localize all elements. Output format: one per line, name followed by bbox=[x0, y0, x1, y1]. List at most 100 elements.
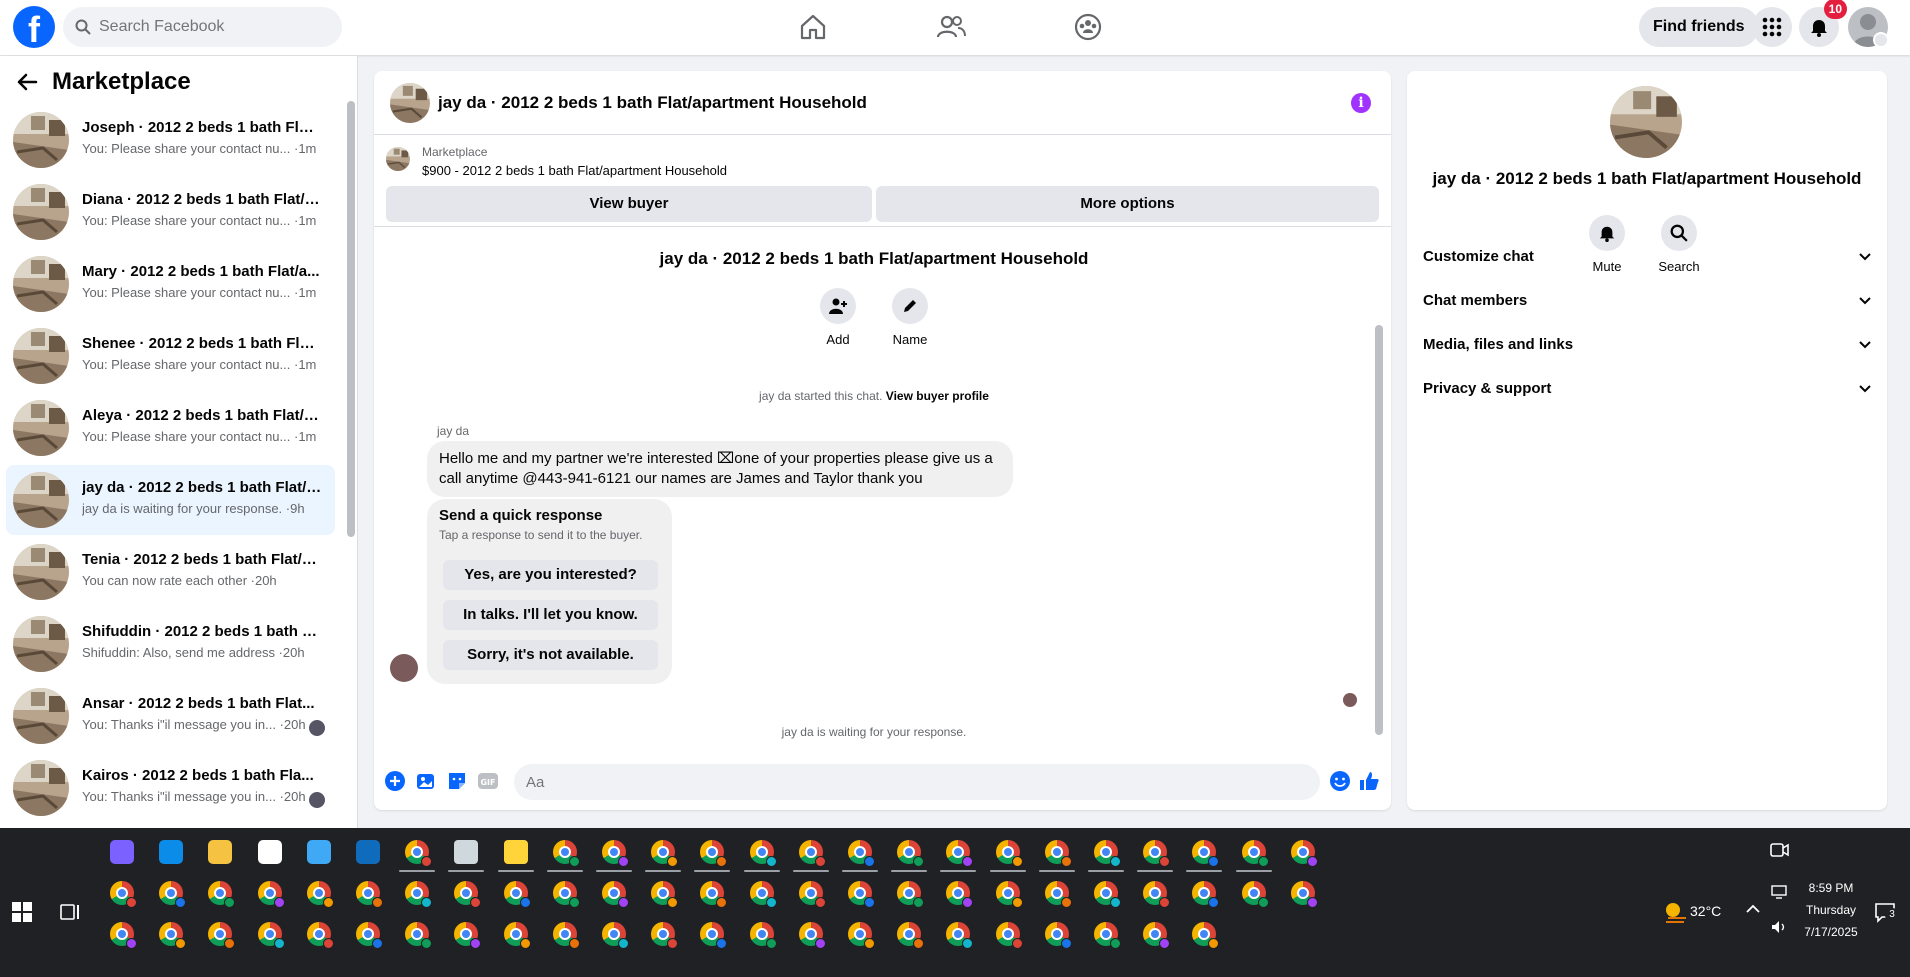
sticky-notes-icon[interactable] bbox=[503, 840, 528, 864]
chrome-profile-icon[interactable] bbox=[1192, 922, 1220, 949]
chrome-profile-icon[interactable] bbox=[356, 881, 383, 908]
chrome-profile-icon[interactable] bbox=[848, 881, 875, 908]
listing-large-thumbnail[interactable] bbox=[1610, 86, 1682, 158]
chrome-profile-icon[interactable] bbox=[1143, 881, 1171, 908]
find-friends-button[interactable]: Find friends bbox=[1639, 7, 1759, 47]
temperature-text[interactable]: 32°C bbox=[1690, 903, 1721, 919]
back-arrow-icon[interactable] bbox=[16, 71, 38, 93]
chrome-profile-icon[interactable] bbox=[897, 922, 925, 949]
chrome-profile-icon[interactable] bbox=[356, 922, 383, 949]
facebook-logo[interactable]: f bbox=[13, 6, 55, 48]
speaker-icon[interactable] bbox=[1770, 918, 1788, 936]
conversation-item[interactable]: Shenee · 2012 2 beds 1 bath Flat... You: … bbox=[6, 321, 335, 391]
conversation-item[interactable]: Mary · 2012 2 beds 1 bath Flat/a... You: … bbox=[6, 249, 335, 319]
name-chat-action[interactable]: Name bbox=[880, 288, 940, 347]
chrome-profile-icon[interactable] bbox=[1241, 840, 1269, 867]
chevron-up-icon[interactable] bbox=[1744, 900, 1762, 918]
chrome-profile-icon[interactable] bbox=[1044, 922, 1072, 949]
listing-price[interactable]: $900 - 2012 2 beds 1 bath Flat/apartment… bbox=[422, 163, 727, 178]
listing-thumbnail[interactable] bbox=[390, 83, 430, 123]
chrome-profile-icon[interactable] bbox=[1192, 840, 1220, 867]
chrome-profile-icon[interactable] bbox=[1143, 922, 1171, 949]
chrome-profile-icon[interactable] bbox=[159, 922, 187, 949]
clock-time[interactable]: 8:59 PM bbox=[1795, 881, 1867, 895]
chrome-profile-icon[interactable] bbox=[700, 840, 728, 867]
chrome-profile-icon[interactable] bbox=[1044, 840, 1072, 867]
home-icon[interactable] bbox=[798, 12, 828, 42]
info-section-0[interactable]: Customize chat bbox=[1423, 238, 1873, 274]
chrome-profile-icon[interactable] bbox=[208, 922, 236, 949]
clock-day[interactable]: Thursday bbox=[1795, 903, 1867, 917]
chrome-profile-icon[interactable] bbox=[651, 881, 679, 908]
chrome-profile-icon[interactable] bbox=[946, 840, 974, 867]
chrome-profile-icon[interactable] bbox=[208, 881, 236, 908]
chrome-profile-icon[interactable] bbox=[454, 922, 482, 949]
chrome-profile-icon[interactable] bbox=[749, 840, 777, 867]
plus-circle-icon[interactable] bbox=[384, 770, 406, 792]
view-buyer-button[interactable]: View buyer bbox=[386, 186, 872, 222]
chrome-profile-icon[interactable] bbox=[405, 881, 433, 908]
chrome-profile-icon[interactable] bbox=[306, 922, 334, 949]
meet-now-icon[interactable] bbox=[1767, 838, 1791, 862]
chat-scrollbar[interactable] bbox=[1375, 325, 1383, 735]
chrome-profile-icon[interactable] bbox=[1241, 881, 1269, 908]
emoji-icon[interactable] bbox=[1329, 770, 1351, 792]
network-icon[interactable] bbox=[1770, 883, 1788, 901]
thumbs-up-icon[interactable] bbox=[1358, 770, 1380, 792]
task-view-icon[interactable] bbox=[58, 900, 82, 924]
chrome-profile-icon[interactable] bbox=[897, 840, 925, 867]
search-input[interactable] bbox=[99, 18, 319, 36]
chrome-profile-icon[interactable] bbox=[995, 881, 1023, 908]
chrome-profile-icon[interactable] bbox=[798, 840, 826, 867]
outlook-icon[interactable] bbox=[356, 840, 380, 864]
message-bubble[interactable]: Hello me and my partner we're interested… bbox=[427, 441, 1013, 497]
chrome-profile-icon[interactable] bbox=[995, 922, 1023, 949]
chrome-profile-icon[interactable] bbox=[700, 922, 728, 949]
conversation-item[interactable]: Ansar · 2012 2 beds 1 bath Flat... You: T… bbox=[6, 681, 335, 751]
chrome-profile-icon[interactable] bbox=[602, 840, 629, 867]
chrome-profile-icon[interactable] bbox=[749, 881, 777, 908]
chrome-profile-icon[interactable] bbox=[1044, 881, 1072, 908]
conversation-item[interactable]: Joseph · 2012 2 beds 1 bath Flat/... You:… bbox=[6, 105, 335, 175]
clock-date[interactable]: 7/17/2025 bbox=[1795, 925, 1867, 939]
conversation-item[interactable]: Aleya · 2012 2 beds 1 bath Flat/a... You:… bbox=[6, 393, 335, 463]
buyer-avatar[interactable] bbox=[390, 654, 418, 682]
copilot-icon[interactable] bbox=[110, 840, 134, 864]
info-section-1[interactable]: Chat members bbox=[1423, 282, 1873, 318]
chrome-profile-icon[interactable] bbox=[1143, 840, 1171, 867]
chrome-profile-icon[interactable] bbox=[552, 922, 580, 949]
chrome-profile-icon[interactable] bbox=[110, 881, 137, 908]
weather-icon[interactable] bbox=[1662, 898, 1690, 926]
chrome-profile-icon[interactable] bbox=[552, 840, 580, 867]
chrome-profile-icon[interactable] bbox=[159, 881, 187, 908]
chrome-profile-icon[interactable] bbox=[995, 840, 1023, 867]
quick-response-yes-button[interactable]: Yes, are you interested? bbox=[443, 560, 658, 590]
edge-icon[interactable] bbox=[159, 840, 184, 864]
conversation-item[interactable]: Kairos · 2012 2 beds 1 bath Fla... You: T… bbox=[6, 753, 335, 823]
chrome-profile-icon[interactable] bbox=[1290, 840, 1318, 867]
photo-icon[interactable] bbox=[415, 770, 437, 792]
conversation-item[interactable]: Tenia · 2012 2 beds 1 bath Flat/a... You … bbox=[6, 537, 335, 607]
chat-title[interactable]: jay da · 2012 2 beds 1 bath Flat/apartme… bbox=[438, 93, 867, 113]
gif-icon[interactable]: GIF bbox=[477, 770, 499, 792]
chrome-profile-icon[interactable] bbox=[749, 922, 777, 949]
sidebar-scrollbar[interactable] bbox=[347, 101, 355, 537]
chrome-profile-icon[interactable] bbox=[454, 881, 482, 908]
chrome-profile-icon[interactable] bbox=[700, 881, 728, 908]
conversation-item[interactable]: jay da · 2012 2 beds 1 bath Flat/a... jay… bbox=[6, 465, 335, 535]
info-section-3[interactable]: Privacy & support bbox=[1423, 370, 1873, 406]
chrome-profile-icon[interactable] bbox=[651, 922, 679, 949]
chrome-profile-icon[interactable] bbox=[405, 922, 433, 949]
chrome-profile-icon[interactable] bbox=[503, 881, 531, 908]
view-buyer-profile-link[interactable]: View buyer profile bbox=[886, 389, 989, 403]
chrome-profile-icon[interactable] bbox=[1094, 881, 1121, 908]
chrome-profile-icon[interactable] bbox=[1094, 922, 1121, 949]
friends-icon[interactable] bbox=[936, 12, 966, 42]
info-icon[interactable]: i bbox=[1351, 93, 1371, 113]
add-people-action[interactable]: Add bbox=[808, 288, 868, 347]
sticker-icon[interactable] bbox=[446, 770, 468, 792]
chrome-profile-icon[interactable] bbox=[602, 922, 629, 949]
microsoft-store-icon[interactable] bbox=[306, 840, 331, 864]
chrome-profile-icon[interactable] bbox=[1290, 881, 1318, 908]
snipping-tool-icon[interactable] bbox=[454, 840, 479, 864]
